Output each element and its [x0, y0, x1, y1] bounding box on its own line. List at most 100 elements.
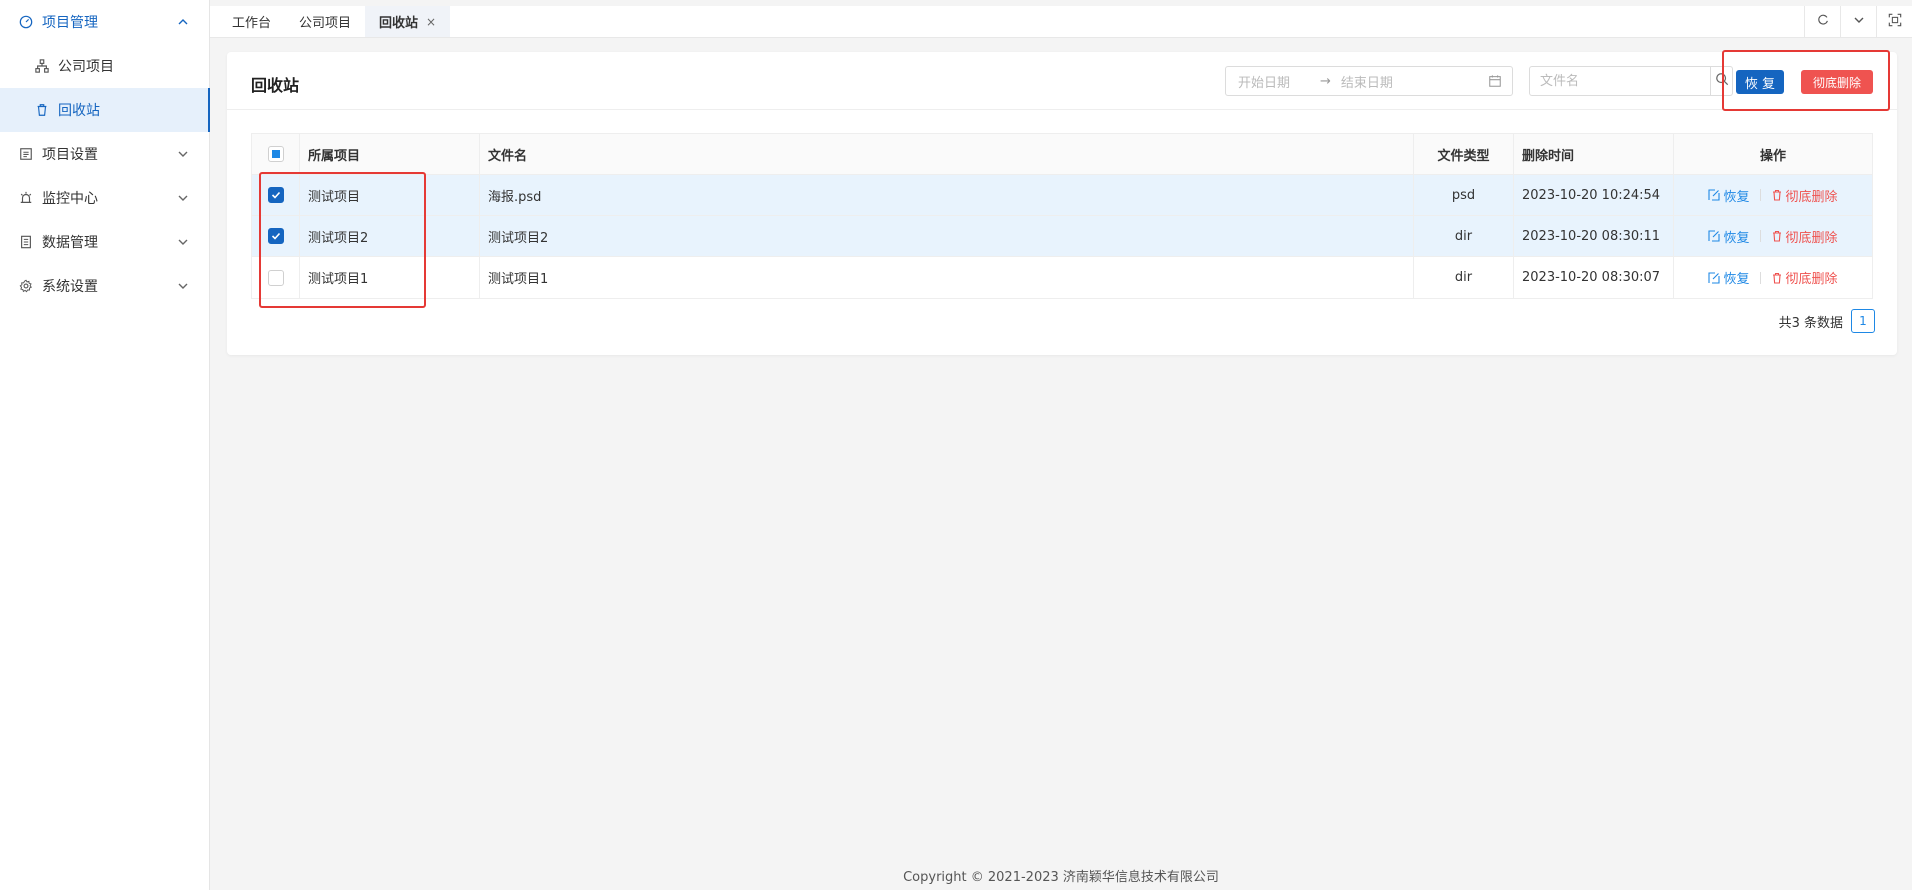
trash-icon	[1772, 230, 1781, 242]
start-date-input[interactable]: 开始日期	[1238, 72, 1290, 91]
row-delete-label: 彻底删除	[1785, 230, 1838, 246]
select-all-checkbox[interactable]	[267, 146, 284, 162]
cell-filename: 海报.psd	[480, 175, 1414, 215]
cell-actions: 恢复 彻底删除	[1674, 257, 1872, 298]
sidebar-item-project-management[interactable]: 项目管理	[0, 0, 209, 44]
row-delete-link[interactable]: 彻底删除	[1771, 268, 1838, 287]
row-delete-link[interactable]: 彻底删除	[1771, 227, 1838, 246]
recycle-bin-card: 回收站 开始日期 → 结束日期 恢 复 彻底删除	[227, 52, 1897, 355]
tab-label: 工作台	[232, 16, 272, 31]
tab-tools	[1804, 6, 1912, 37]
fullscreen-button[interactable]	[1876, 6, 1912, 37]
refresh-icon	[1816, 13, 1830, 31]
calendar-icon	[1488, 74, 1502, 88]
cell-project: 测试项目2	[300, 216, 480, 256]
action-divider	[1759, 271, 1761, 284]
row-checkbox-cell	[252, 216, 300, 256]
search-button[interactable]	[1710, 67, 1732, 95]
column-header-project: 所属项目	[300, 134, 480, 174]
column-header-delete-time: 删除时间	[1514, 134, 1674, 174]
sidebar: 项目管理 公司项目 回收站 项目设置 监控中心 数据管理 系统设置	[0, 0, 210, 890]
refresh-button[interactable]	[1804, 6, 1840, 37]
dashboard-icon	[18, 14, 34, 30]
select-all-cell	[252, 134, 300, 174]
sidebar-item-label: 回收站	[58, 103, 100, 119]
app: 项目管理 公司项目 回收站 项目设置 监控中心 数据管理 系统设置 工作台 公司…	[0, 0, 1912, 890]
row-checkbox-cell	[252, 257, 300, 298]
chevron-down-icon	[1853, 14, 1865, 30]
column-header-filename: 文件名	[480, 134, 1414, 174]
sidebar-item-label: 公司项目	[58, 59, 114, 75]
tab-label: 回收站	[379, 16, 419, 31]
cell-actions: 恢复 彻底删除	[1674, 216, 1872, 256]
cell-delete-time: 2023-10-20 08:30:07	[1514, 257, 1674, 298]
table-row: 测试项目1 测试项目1 dir 2023-10-20 08:30:07 恢复 彻…	[252, 257, 1872, 298]
fullscreen-icon	[1888, 13, 1902, 31]
footer-copyright: Copyright © 2021-2023 济南颖华信息技术有限公司	[903, 870, 1219, 885]
row-restore-label: 恢复	[1723, 230, 1750, 246]
row-checkbox[interactable]	[267, 228, 284, 244]
sidebar-item-system-settings[interactable]: 系统设置	[0, 264, 209, 308]
row-delete-label: 彻底删除	[1785, 189, 1838, 205]
cell-actions: 恢复 彻底删除	[1674, 175, 1872, 215]
trash-icon	[1772, 189, 1781, 201]
table-row: 测试项目 海报.psd psd 2023-10-20 10:24:54 恢复 彻…	[252, 175, 1872, 216]
tab-recycle-bin[interactable]: 回收站 ×	[365, 6, 451, 37]
action-divider	[1759, 230, 1761, 242]
end-date-input[interactable]: 结束日期	[1341, 72, 1393, 91]
edit-icon	[1708, 230, 1721, 242]
chevron-up-icon	[177, 16, 189, 28]
sidebar-item-project-settings[interactable]: 项目设置	[0, 132, 209, 176]
more-tabs-button[interactable]	[1840, 6, 1876, 37]
cell-delete-time: 2023-10-20 10:24:54	[1514, 175, 1674, 215]
search-icon	[1715, 72, 1729, 90]
row-restore-label: 恢复	[1723, 272, 1750, 287]
row-checkbox[interactable]	[267, 187, 284, 203]
cell-filetype: dir	[1414, 257, 1514, 298]
row-restore-link[interactable]: 恢复	[1708, 227, 1750, 246]
sidebar-item-label: 监控中心	[42, 191, 98, 207]
restore-button[interactable]: 恢 复	[1736, 70, 1784, 94]
sidebar-item-monitoring-center[interactable]: 监控中心	[0, 176, 209, 220]
row-checkbox[interactable]	[267, 269, 284, 286]
chevron-down-icon	[177, 148, 189, 160]
filename-search	[1529, 66, 1733, 96]
pagination: 共3 条数据 1	[1779, 309, 1875, 333]
cell-filename: 测试项目1	[480, 257, 1414, 298]
trash-icon	[34, 102, 50, 118]
row-restore-link[interactable]: 恢复	[1708, 186, 1750, 205]
page-button[interactable]: 1	[1851, 309, 1875, 333]
cell-project: 测试项目	[300, 175, 480, 215]
row-delete-label: 彻底删除	[1785, 272, 1838, 287]
submenu-project-management: 公司项目 回收站	[0, 44, 210, 132]
row-restore-link[interactable]: 恢复	[1708, 268, 1750, 287]
action-divider	[1759, 189, 1761, 201]
close-icon[interactable]: ×	[426, 15, 436, 29]
cell-filename: 测试项目2	[480, 216, 1414, 256]
cell-filetype: psd	[1414, 175, 1514, 215]
sidebar-item-label: 系统设置	[42, 279, 98, 295]
database-icon	[18, 234, 34, 250]
chevron-down-icon	[177, 192, 189, 204]
row-checkbox-cell	[252, 175, 300, 215]
row-restore-label: 恢复	[1723, 189, 1750, 205]
chevron-down-icon	[177, 236, 189, 248]
sidebar-item-company-projects[interactable]: 公司项目	[0, 44, 209, 88]
filename-search-input[interactable]	[1530, 67, 1710, 95]
page-title: 回收站	[251, 76, 300, 95]
permanent-delete-button[interactable]: 彻底删除	[1801, 70, 1873, 94]
trash-icon	[1772, 272, 1781, 284]
sitemap-icon	[34, 58, 50, 74]
tab-company-projects[interactable]: 公司项目	[285, 6, 365, 37]
edit-icon	[1708, 271, 1721, 284]
cell-filetype: dir	[1414, 216, 1514, 256]
tab-workbench[interactable]: 工作台	[218, 6, 285, 37]
chevron-down-icon	[177, 280, 189, 292]
cell-delete-time: 2023-10-20 08:30:11	[1514, 216, 1674, 256]
sidebar-item-recycle-bin[interactable]: 回收站	[0, 88, 210, 132]
date-range-picker[interactable]: 开始日期 → 结束日期	[1225, 66, 1513, 96]
edit-icon	[1708, 189, 1721, 201]
sidebar-item-label: 项目设置	[42, 147, 98, 163]
sidebar-item-data-management[interactable]: 数据管理	[0, 220, 209, 264]
row-delete-link[interactable]: 彻底删除	[1771, 186, 1838, 205]
